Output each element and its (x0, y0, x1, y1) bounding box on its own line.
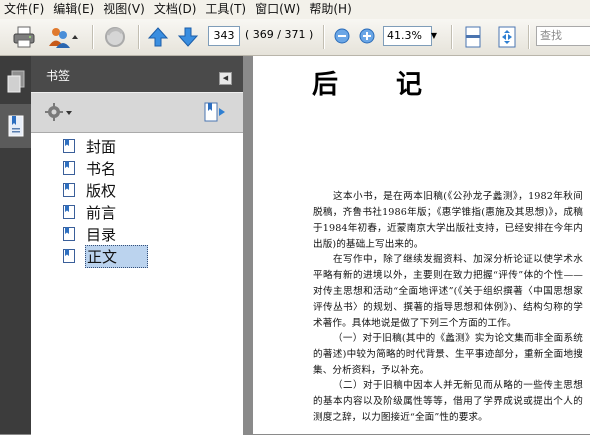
paragraph: （一）对于旧稿(其中的《蠡测》实为论文集而非全面系统的著述)中较为简略的时代背景… (313, 333, 583, 376)
fit-width-icon (498, 26, 516, 48)
bookmark-label: 目录 (86, 225, 117, 244)
fit-page-icon (465, 26, 481, 48)
toolbar-separator (528, 25, 530, 49)
share-people-icon (49, 28, 78, 48)
share-button[interactable] (46, 23, 82, 51)
zoom-dropdown-button[interactable]: ▼ (428, 26, 440, 46)
fit-width-button[interactable] (494, 23, 520, 51)
bookmark-label: 正文 (85, 244, 149, 268)
bookmark-item[interactable]: 目录 (63, 223, 117, 245)
next-page-button[interactable] (176, 23, 200, 51)
paragraph: 这本小书，是在两本旧稿(《公孙龙子蠡测》，1982年秋间脱稿，齐鲁书社1986年… (313, 191, 583, 250)
toolbar-separator (323, 25, 325, 49)
bookmark-page-icon (63, 205, 75, 219)
document-page: 后记 这本小书，是在两本旧稿(《公孙龙子蠡测》，1982年秋间脱稿，齐鲁书社19… (253, 56, 590, 434)
bookmark-label: 前言 (86, 203, 117, 222)
zoom-in-button[interactable] (358, 27, 376, 45)
pages-tab[interactable] (0, 60, 31, 104)
pages-icon (7, 70, 24, 93)
page-title-left: 后 (312, 70, 343, 100)
bookmark-expand-icon (204, 102, 225, 122)
chevron-down-icon: ▼ (430, 31, 438, 40)
fit-page-button[interactable] (460, 23, 486, 51)
globe-sync-icon (105, 27, 125, 47)
page-title: 后记 (312, 64, 426, 101)
print-button[interactable] (10, 23, 38, 51)
bookmark-item[interactable]: 封面 (63, 135, 117, 157)
zoom-level-input[interactable]: 41.3% (383, 26, 432, 46)
printer-icon (13, 26, 35, 48)
bookmark-label: 版权 (86, 181, 117, 200)
zoom-out-icon (334, 28, 350, 44)
arrow-down-icon (177, 27, 199, 47)
page-title-right: 记 (396, 70, 427, 100)
bookmark-list: 封面 书名 版权 前言 目录 正文 (31, 132, 243, 435)
paragraph: 在写作中，除了继续发掘资料、加深分析论证以使学术水平略有新的进境以外，主要则在致… (313, 254, 583, 329)
bookmark-item[interactable]: 前言 (63, 201, 117, 223)
toolbar-separator (138, 25, 140, 49)
toolbar-separator (451, 25, 453, 49)
bookmark-page-icon (63, 139, 75, 153)
navigation-rail (0, 56, 31, 434)
search-input[interactable]: 查找 (536, 26, 590, 46)
gear-icon (45, 103, 72, 121)
menu-tools[interactable]: 工具(T) (201, 0, 251, 19)
menu-view[interactable]: 视图(V) (99, 0, 150, 19)
collapse-panel-button[interactable]: ◀ (219, 72, 232, 85)
chevron-left-icon: ◀ (222, 74, 229, 82)
page-count: ( 369 / 371 ) (245, 28, 314, 41)
expand-bookmark-button[interactable] (203, 99, 229, 125)
panel-toolbar (31, 92, 243, 133)
paragraph: （二）对于旧稿中因本人并无新见而从略的一些传主思想的基本内容以及阶级属性等等，借… (313, 380, 583, 423)
zoom-in-icon (359, 28, 375, 44)
toolbar-separator (92, 25, 94, 49)
bookmarks-tab[interactable] (0, 104, 31, 148)
menu-document[interactable]: 文档(D) (150, 0, 202, 19)
page-number-input[interactable]: 343 (208, 26, 240, 46)
arrow-up-icon (147, 27, 169, 47)
bookmark-item[interactable]: 书名 (63, 157, 117, 179)
menu-bar: 文件(F) 编辑(E) 视图(V) 文档(D) 工具(T) 窗口(W) 帮助(H… (0, 0, 590, 20)
menu-file[interactable]: 文件(F) (0, 0, 49, 19)
bookmark-page-icon (63, 249, 75, 263)
menu-help[interactable]: 帮助(H) (305, 0, 356, 19)
options-menu-button[interactable] (45, 100, 75, 124)
previous-page-button[interactable] (146, 23, 170, 51)
bookmark-page-icon (63, 227, 75, 241)
bookmark-label: 书名 (86, 159, 117, 178)
bookmark-label: 封面 (86, 137, 117, 156)
bookmarks-icon (8, 115, 23, 137)
bookmark-page-icon (63, 183, 75, 197)
bookmark-page-icon (63, 161, 75, 175)
zoom-out-button[interactable] (333, 27, 351, 45)
bookmark-item[interactable]: 版权 (63, 179, 117, 201)
menu-edit[interactable]: 编辑(E) (49, 0, 99, 19)
panel-header: 书签 ◀ (31, 56, 243, 92)
bookmarks-panel: 书签 ◀ 封面 书名 版权 前言 目录 正文 (31, 56, 243, 435)
menu-window[interactable]: 窗口(W) (251, 0, 305, 19)
sync-button[interactable] (100, 23, 130, 51)
bookmark-item-selected[interactable]: 正文 (63, 244, 149, 268)
panel-title: 书签 (46, 69, 71, 83)
